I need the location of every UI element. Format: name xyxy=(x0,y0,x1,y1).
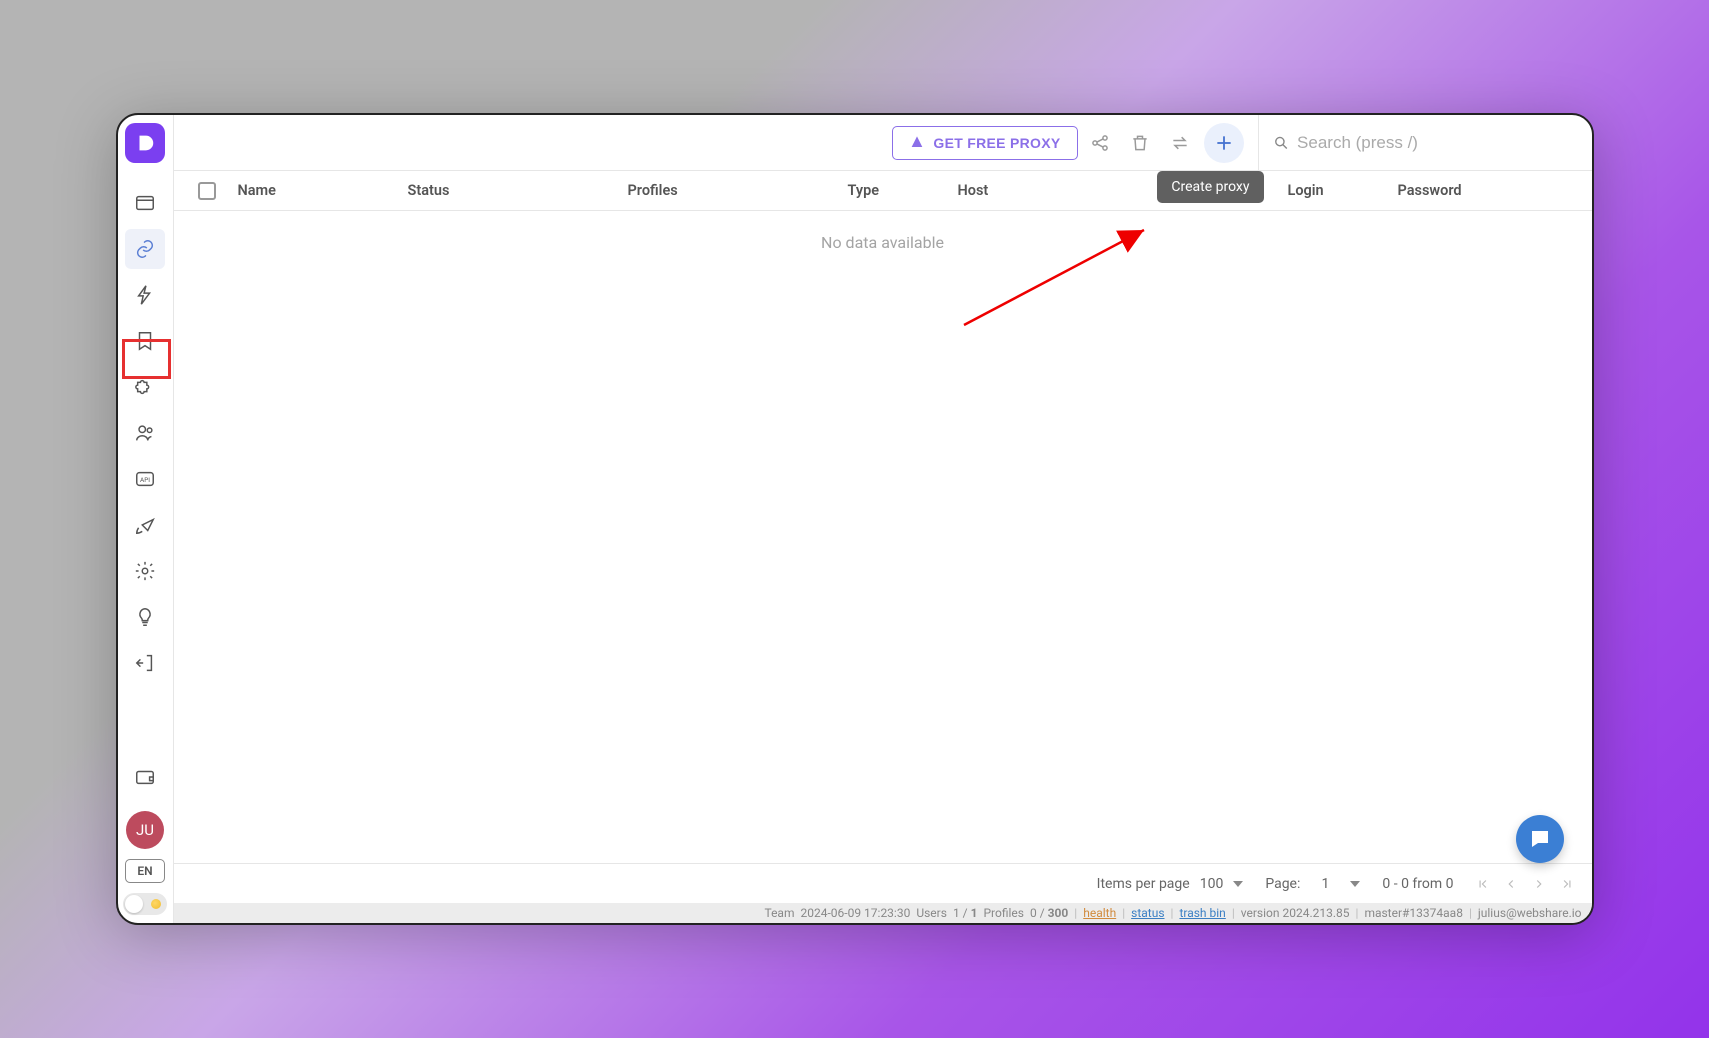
swap-button[interactable] xyxy=(1162,125,1198,161)
chevron-down-icon xyxy=(1233,881,1243,887)
sb-timestamp: 2024-06-09 17:23:30 xyxy=(800,906,910,920)
app-window: API JU EN GET FREE PROXY xyxy=(116,113,1594,925)
table-header: Name Status Profiles Type Host Login Pas… xyxy=(174,171,1592,211)
search-icon xyxy=(1273,134,1290,152)
main-content: GET FREE PROXY Create proxy Name xyxy=(174,115,1592,923)
plus-icon xyxy=(1214,133,1234,153)
chat-icon xyxy=(1528,827,1552,851)
sb-status-link[interactable]: status xyxy=(1131,906,1164,920)
sb-users-total: 1 xyxy=(971,906,978,920)
sb-profiles-used: 0 xyxy=(1030,906,1037,920)
sidebar-item-proxies[interactable] xyxy=(125,229,165,269)
share-icon xyxy=(1090,133,1110,153)
get-free-proxy-button[interactable]: GET FREE PROXY xyxy=(892,126,1077,160)
delete-button[interactable] xyxy=(1122,125,1158,161)
select-all-checkbox[interactable] xyxy=(198,182,216,200)
range-text: 0 - 0 from 0 xyxy=(1382,876,1453,892)
ipp-value: 100 xyxy=(1200,876,1224,892)
browser-icon xyxy=(134,192,156,214)
sb-version: version 2024.213.85 xyxy=(1241,906,1350,920)
search-input[interactable] xyxy=(1297,133,1577,153)
wallet-icon xyxy=(134,766,156,788)
sidebar-item-settings[interactable] xyxy=(125,551,165,591)
logout-icon xyxy=(134,652,156,674)
col-status[interactable]: Status xyxy=(408,182,628,199)
create-proxy-tooltip: Create proxy xyxy=(1157,171,1263,203)
lightning-icon xyxy=(134,284,156,306)
chat-support-button[interactable] xyxy=(1516,815,1564,863)
col-password[interactable]: Password xyxy=(1398,182,1592,199)
sb-users-used: 1 xyxy=(953,906,960,920)
proxy-provider-icon xyxy=(909,135,925,151)
theme-toggle[interactable] xyxy=(123,893,167,915)
avatar-initials: JU xyxy=(136,821,154,839)
sidebar-item-automation[interactable] xyxy=(125,275,165,315)
sb-build: master#13374aa8 xyxy=(1364,906,1463,920)
share-button[interactable] xyxy=(1082,125,1118,161)
team-icon xyxy=(134,422,156,444)
user-avatar[interactable]: JU xyxy=(126,811,164,849)
col-type[interactable]: Type xyxy=(848,182,958,199)
sb-email: julius@webshare.io xyxy=(1478,906,1582,920)
pager-controls xyxy=(1476,877,1574,891)
language-switch[interactable]: EN xyxy=(125,859,165,883)
first-page-icon[interactable] xyxy=(1476,877,1490,891)
logo-icon xyxy=(134,132,156,154)
col-login[interactable]: Login xyxy=(1288,182,1398,199)
next-page-icon[interactable] xyxy=(1532,877,1546,891)
trash-icon xyxy=(1130,133,1150,153)
create-proxy-button[interactable]: Create proxy xyxy=(1204,123,1244,163)
sidebar-item-wallet[interactable] xyxy=(125,757,165,797)
rocket-icon xyxy=(134,514,156,536)
sidebar-item-api[interactable]: API xyxy=(125,459,165,499)
gear-icon xyxy=(134,560,156,582)
last-page-icon[interactable] xyxy=(1560,877,1574,891)
items-per-page[interactable]: Items per page 100 xyxy=(1097,876,1244,892)
sb-profiles-label: Profiles xyxy=(983,906,1024,920)
api-icon: API xyxy=(134,468,156,490)
sb-health-link[interactable]: health xyxy=(1083,906,1116,920)
chevron-down-icon xyxy=(1350,881,1360,887)
svg-text:API: API xyxy=(140,476,150,484)
prev-page-icon[interactable] xyxy=(1504,877,1518,891)
sidebar-item-bookmarks[interactable] xyxy=(125,321,165,361)
sidebar-item-help[interactable] xyxy=(125,597,165,637)
search-box[interactable] xyxy=(1258,115,1578,170)
sb-profiles-total: 300 xyxy=(1048,906,1069,920)
sb-trashbin-link[interactable]: trash bin xyxy=(1179,906,1225,920)
sb-team: Team xyxy=(764,906,794,920)
sidebar-item-logout[interactable] xyxy=(125,643,165,683)
link-icon xyxy=(134,238,156,260)
col-name[interactable]: Name xyxy=(238,182,408,199)
page-label: Page: xyxy=(1265,876,1300,892)
sidebar-item-boost[interactable] xyxy=(125,505,165,545)
sidebar-item-team[interactable] xyxy=(125,413,165,453)
language-label: EN xyxy=(137,864,152,878)
toolbar: GET FREE PROXY Create proxy xyxy=(174,115,1592,171)
page-value: 1 xyxy=(1310,876,1340,892)
sidebar-item-extensions[interactable] xyxy=(125,367,165,407)
page-selector[interactable]: Page: 1 xyxy=(1265,876,1360,892)
status-bar: Team 2024-06-09 17:23:30 Users 1 / 1 Pro… xyxy=(174,903,1592,923)
puzzle-icon xyxy=(134,376,156,398)
get-free-proxy-label: GET FREE PROXY xyxy=(933,135,1060,151)
sidebar-item-browsers[interactable] xyxy=(125,183,165,223)
empty-state: No data available xyxy=(174,211,1592,863)
bookmark-icon xyxy=(134,330,156,352)
app-logo[interactable] xyxy=(125,123,165,163)
pagination-footer: Items per page 100 Page: 1 0 - 0 from 0 xyxy=(174,863,1592,903)
col-profiles[interactable]: Profiles xyxy=(628,182,848,199)
swap-icon xyxy=(1170,133,1190,153)
sidebar: API JU EN xyxy=(118,115,174,923)
sb-users-label: Users xyxy=(916,906,947,920)
ipp-label: Items per page xyxy=(1097,876,1190,892)
bulb-icon xyxy=(134,606,156,628)
